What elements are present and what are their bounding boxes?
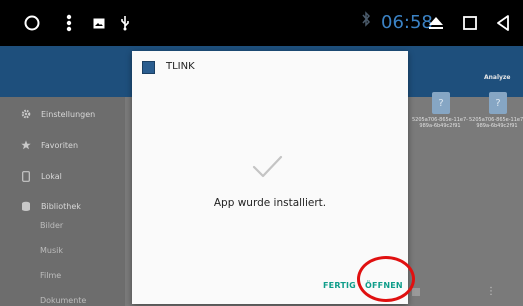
status-bar: 06:58 <box>0 0 523 46</box>
sidebar-item-favoriten[interactable]: Favoriten <box>0 135 78 155</box>
sidebar: Einstellungen Favoriten Lokal Bibliothek… <box>0 97 125 306</box>
sidebar-item-lokal[interactable]: Lokal <box>0 166 62 186</box>
gear-icon <box>21 109 31 119</box>
unknown-file-icon[interactable]: ? <box>432 92 450 114</box>
image-notification-icon <box>92 0 106 46</box>
phone-icon <box>21 170 31 182</box>
square-recents-icon[interactable] <box>461 0 479 46</box>
sidebar-item-einstellungen[interactable]: Einstellungen <box>0 104 95 124</box>
eject-icon[interactable] <box>427 0 445 46</box>
sidebar-subitem-dokumente[interactable]: Dokumente <box>40 296 86 305</box>
file-name: 5205a706-865e-11e7-989a-6b49c2f91 <box>412 117 468 129</box>
highlight-annotation <box>357 256 415 302</box>
unknown-file-icon[interactable]: ? <box>489 92 507 114</box>
checkmark-icon <box>247 151 287 185</box>
more-options-icon[interactable]: ⋮ <box>486 286 496 297</box>
sidebar-subitem-bilder[interactable]: Bilder <box>40 221 63 230</box>
file-name: 5205a706-865e-11e7-989a-6b49c2f91 <box>469 117 523 129</box>
sidebar-item-label: Einstellungen <box>41 109 96 119</box>
sidebar-subitem-musik[interactable]: Musik <box>40 246 63 255</box>
star-icon <box>21 140 31 150</box>
sidebar-item-label: Lokal <box>41 171 62 181</box>
sidebar-item-bibliothek[interactable]: Bibliothek <box>0 196 81 216</box>
app-icon <box>142 61 155 74</box>
clock-time: 06:58 <box>381 12 433 33</box>
done-button[interactable]: FERTIG <box>323 281 356 290</box>
sidebar-item-label: Bibliothek <box>41 201 81 211</box>
toolbar-icon[interactable] <box>412 288 420 296</box>
triangle-back-icon[interactable] <box>494 0 512 46</box>
sidebar-subitem-filme[interactable]: Filme <box>40 271 61 280</box>
usb-icon <box>118 0 132 46</box>
overflow-menu-icon[interactable] <box>62 0 76 46</box>
sidebar-item-label: Favoriten <box>41 140 79 150</box>
bluetooth-icon <box>361 11 371 32</box>
dialog-title: TLINK <box>166 61 195 72</box>
analyze-button[interactable]: Analyze <box>484 74 511 81</box>
install-message: App wurde installiert. <box>213 197 327 209</box>
circle-home-icon[interactable] <box>22 0 42 46</box>
library-icon <box>21 201 31 211</box>
